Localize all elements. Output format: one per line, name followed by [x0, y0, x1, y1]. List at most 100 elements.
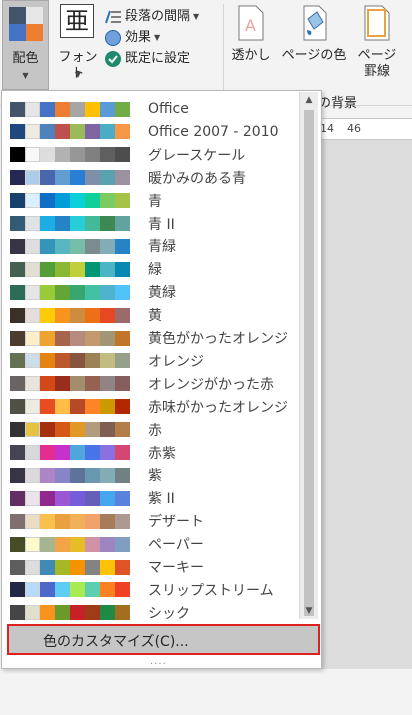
color-swatch: [115, 605, 130, 621]
color-swatches: [10, 513, 130, 529]
color-swatch: [70, 238, 85, 254]
color-swatch: [115, 536, 130, 552]
theme-row[interactable]: 緑: [6, 258, 298, 280]
theme-name: 黄緑: [148, 285, 176, 302]
color-swatch: [10, 353, 25, 369]
theme-row[interactable]: 青緑: [6, 235, 298, 257]
set-as-default-label: 既定に設定: [125, 51, 191, 66]
colors-button[interactable]: 配色 ▼: [2, 0, 49, 90]
theme-name: グレースケール: [148, 147, 246, 164]
color-swatch: [25, 124, 40, 140]
color-swatches: [10, 170, 130, 186]
color-swatch: [115, 330, 130, 346]
color-swatch: [70, 170, 85, 186]
color-swatch: [100, 147, 115, 163]
theme-row[interactable]: シック: [6, 602, 298, 624]
color-swatch: [85, 170, 100, 186]
theme-row[interactable]: 黄: [6, 304, 298, 326]
theme-row[interactable]: デザート: [6, 510, 298, 532]
theme-row[interactable]: 暖かみのある青: [6, 167, 298, 189]
theme-row[interactable]: 青: [6, 190, 298, 212]
document-area: [318, 140, 412, 669]
theme-row[interactable]: スリップストリーム: [6, 579, 298, 601]
color-swatches: [10, 376, 130, 392]
theme-row[interactable]: 紫: [6, 464, 298, 486]
scrollbar[interactable]: ▲ ▼: [299, 92, 318, 619]
color-swatch: [100, 330, 115, 346]
color-swatches: [10, 399, 130, 415]
customize-colors-button[interactable]: 色のカスタマイズ(C)...: [7, 624, 320, 655]
theme-row[interactable]: 青 II: [6, 213, 298, 235]
color-swatch: [115, 238, 130, 254]
theme-row[interactable]: マーキー: [6, 556, 298, 578]
color-swatch: [25, 467, 40, 483]
color-swatch: [55, 216, 70, 231]
color-swatches: [10, 445, 130, 460]
resize-grip[interactable]: ....: [150, 656, 167, 667]
color-swatch: [115, 490, 130, 506]
theme-name: シック: [148, 605, 190, 622]
color-swatch: [25, 399, 40, 415]
theme-row[interactable]: ペーパー: [6, 533, 298, 555]
theme-row[interactable]: 赤紫: [6, 442, 298, 464]
color-swatch: [55, 101, 70, 117]
theme-row[interactable]: 黄色がかったオレンジ: [6, 327, 298, 349]
color-swatch: [40, 467, 55, 483]
color-swatch: [115, 307, 130, 323]
theme-row[interactable]: オレンジ: [6, 350, 298, 372]
theme-row[interactable]: Office 2007 - 2010: [6, 121, 298, 143]
color-swatch: [115, 124, 130, 140]
theme-row[interactable]: Office: [6, 98, 298, 120]
color-swatch: [40, 399, 55, 415]
color-swatch: [40, 353, 55, 369]
theme-name: 黄色がかったオレンジ: [148, 331, 288, 347]
color-swatch: [100, 376, 115, 392]
color-swatch: [100, 445, 115, 460]
scroll-down-icon[interactable]: ▼: [300, 603, 318, 619]
color-swatch: [85, 330, 100, 346]
color-swatch: [70, 399, 85, 415]
color-swatch: [40, 513, 55, 529]
color-swatch: [25, 422, 40, 438]
color-swatch: [10, 170, 25, 186]
theme-row[interactable]: 黄緑: [6, 281, 298, 303]
color-swatches: [10, 422, 130, 438]
color-swatch: [25, 147, 40, 163]
color-swatch: [85, 445, 100, 460]
color-swatch: [70, 536, 85, 552]
color-swatch: [115, 422, 130, 438]
scrollbar-thumb[interactable]: [304, 110, 314, 616]
theme-row[interactable]: 紫 II: [6, 487, 298, 509]
color-swatch: [40, 559, 55, 575]
set-as-default-button[interactable]: 既定に設定: [104, 48, 222, 69]
theme-row[interactable]: グレースケール: [6, 144, 298, 166]
color-swatch: [25, 216, 40, 231]
paragraph-spacing-button[interactable]: 段落の間隔 ▼: [104, 6, 222, 27]
fonts-button[interactable]: 亜 フォント ▼: [54, 0, 102, 90]
color-swatch: [55, 193, 70, 209]
theme-name: Office: [148, 101, 189, 117]
color-swatch: [100, 582, 115, 598]
color-swatch: [55, 559, 70, 575]
color-swatch: [55, 536, 70, 552]
theme-name: 青 II: [148, 216, 175, 233]
color-swatch: [115, 376, 130, 392]
color-swatch: [10, 216, 25, 231]
theme-row[interactable]: 赤味がかったオレンジ: [6, 396, 298, 418]
color-swatches: [10, 193, 130, 209]
theme-row[interactable]: 赤: [6, 419, 298, 441]
color-swatch: [25, 193, 40, 209]
theme-row[interactable]: オレンジがかった赤: [6, 373, 298, 395]
color-swatch: [100, 559, 115, 575]
color-swatch: [25, 559, 40, 575]
scroll-up-icon[interactable]: ▲: [300, 92, 318, 108]
effects-button[interactable]: 効果 ▼: [104, 27, 222, 48]
watermark-button[interactable]: A 透かし: [228, 0, 274, 90]
color-swatch: [85, 124, 100, 140]
paragraph-spacing-icon: [104, 8, 122, 26]
page-color-icon: [299, 5, 329, 41]
page-color-button[interactable]: ページの色: [276, 0, 352, 90]
watermark-icon: A: [236, 5, 266, 41]
page-borders-button[interactable]: ページ 罫線: [353, 0, 401, 90]
color-swatch: [100, 193, 115, 209]
